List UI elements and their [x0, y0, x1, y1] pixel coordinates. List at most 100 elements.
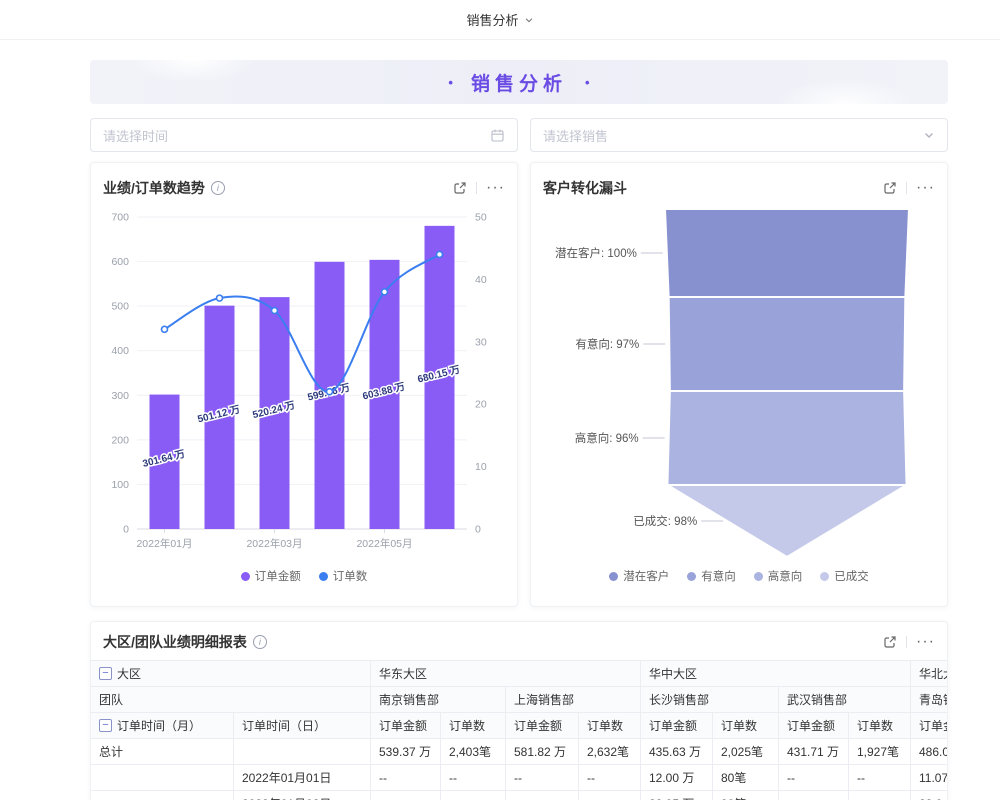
- cell: 581.82 万: [506, 739, 579, 765]
- header-label: 订单金额: [649, 717, 697, 734]
- cell: --: [779, 765, 849, 791]
- legend-item[interactable]: 有意向: [687, 568, 736, 584]
- legend-item[interactable]: 已成交: [820, 568, 869, 584]
- header-cell: 长沙销售部: [641, 687, 779, 713]
- header-cell: 华北大区: [911, 661, 948, 687]
- header-cell: 订单金额: [506, 713, 579, 739]
- header-label: 大区: [117, 665, 141, 682]
- legend-item[interactable]: 订单金额: [241, 568, 301, 584]
- header-cell: 华中大区: [641, 661, 911, 687]
- header-label: 华东大区: [379, 665, 427, 682]
- chevron-down-icon: [923, 129, 935, 141]
- header-label: 武汉销售部: [787, 691, 847, 708]
- header-cell: −订单时间（月）: [91, 713, 234, 739]
- header-cell: 南京销售部: [371, 687, 506, 713]
- report-table: −大区华东大区华中大区华北大区团队南京销售部上海销售部长沙销售部武汉销售部青岛销…: [91, 660, 948, 800]
- legend-item[interactable]: 潜在客户: [609, 568, 669, 584]
- cell: 431.71 万: [779, 739, 849, 765]
- svg-text:已成交: 98%: 已成交: 98%: [633, 514, 697, 528]
- legend-label: 高意向: [768, 568, 803, 584]
- banner-title: • 销售分析 •: [448, 69, 589, 96]
- header-label: 订单金额: [919, 717, 948, 734]
- cell: --: [371, 765, 441, 791]
- header-cell: 团队: [91, 687, 371, 713]
- header-label: 订单金额: [379, 717, 427, 734]
- sales-filter-select[interactable]: 请选择销售: [530, 118, 948, 152]
- table-row: 2022年01月01日--------12.00 万80笔----11.07: [91, 765, 948, 791]
- cell: 2,632笔: [579, 739, 641, 765]
- svg-text:高意向: 96%: 高意向: 96%: [575, 431, 639, 445]
- legend-item[interactable]: 订单数: [319, 568, 368, 584]
- topbar: 销售分析: [0, 0, 1000, 40]
- info-icon[interactable]: i: [253, 635, 267, 649]
- header-label: 订单时间（日）: [242, 717, 326, 734]
- charts-row: 业绩/订单数趋势 i ··· 0100200300400500600700010…: [90, 162, 948, 607]
- legend-dot: [687, 572, 696, 581]
- svg-text:2022年05月: 2022年05月: [356, 537, 412, 550]
- cell: 2,025笔: [713, 739, 779, 765]
- cell: --: [849, 791, 911, 800]
- more-options-button[interactable]: ···: [486, 183, 505, 193]
- cell: 90笔: [713, 791, 779, 800]
- svg-text:30: 30: [475, 336, 487, 348]
- header-cell: 订单金额: [641, 713, 713, 739]
- export-icon[interactable]: [883, 635, 897, 649]
- header-label: 上海销售部: [514, 691, 574, 708]
- funnel-card-title: 客户转化漏斗: [543, 178, 627, 198]
- page-title-dropdown[interactable]: 销售分析: [466, 10, 533, 29]
- info-icon[interactable]: i: [211, 181, 225, 195]
- header-cell: 订单数: [713, 713, 779, 739]
- more-options-button[interactable]: ···: [916, 637, 935, 647]
- header-cell: −大区: [91, 661, 371, 687]
- cell: 2022年01月02日: [234, 791, 371, 800]
- header-label: 订单金额: [787, 717, 835, 734]
- cell: [91, 765, 234, 791]
- cell: 2,403笔: [441, 739, 506, 765]
- time-filter-placeholder: 请选择时间: [103, 126, 168, 145]
- cell: 80笔: [713, 765, 779, 791]
- cell: --: [579, 791, 641, 800]
- export-icon[interactable]: [883, 181, 897, 195]
- funnel-card: 客户转化漏斗 ··· 潜在客户: 100%有意向: 97%高意向: 96%已成交…: [530, 162, 948, 607]
- svg-text:200: 200: [111, 434, 129, 446]
- trend-card: 业绩/订单数趋势 i ··· 0100200300400500600700010…: [90, 162, 518, 607]
- funnel-chart: 潜在客户: 100%有意向: 97%高意向: 96%已成交: 98%: [543, 201, 937, 561]
- report-card-title: 大区/团队业绩明细报表 i: [103, 632, 267, 652]
- divider: [476, 182, 477, 194]
- cell: 22.05 万: [641, 791, 713, 800]
- export-icon[interactable]: [453, 181, 467, 195]
- legend-label: 已成交: [834, 568, 869, 584]
- header-cell: 订单金额: [911, 713, 948, 739]
- line-marker: [272, 308, 278, 314]
- header-cell: 武汉销售部: [779, 687, 911, 713]
- header-label: 订单数: [857, 717, 893, 734]
- header-label: 订单数: [449, 717, 485, 734]
- calendar-icon: [490, 128, 505, 143]
- header-cell: 华东大区: [371, 661, 641, 687]
- header-label: 订单时间（月）: [117, 717, 201, 734]
- banner-dot-right: •: [585, 75, 590, 90]
- cell: 11.07: [911, 765, 948, 791]
- header-label: 华北大区: [919, 665, 948, 682]
- legend-item[interactable]: 高意向: [754, 568, 803, 584]
- header-cell: 订单金额: [779, 713, 849, 739]
- more-options-button[interactable]: ···: [916, 183, 935, 193]
- funnel-segment: [669, 297, 906, 391]
- collapse-icon[interactable]: −: [99, 719, 112, 732]
- cell: 12.00 万: [641, 765, 713, 791]
- main-content: • 销售分析 • 请选择时间 请选择销售 业绩/订单数趋势 i: [90, 60, 948, 800]
- collapse-icon[interactable]: −: [99, 667, 112, 680]
- table-row: 2022年01月02日--------22.05 万90笔----22.0: [91, 791, 948, 800]
- trend-chart: 010020030040050060070001020304050301.64 …: [103, 201, 507, 561]
- svg-text:50: 50: [475, 212, 487, 224]
- time-filter-input[interactable]: 请选择时间: [90, 118, 518, 152]
- page-title: 销售分析: [466, 10, 518, 29]
- header-label: 团队: [99, 691, 123, 708]
- svg-text:2022年03月: 2022年03月: [246, 537, 302, 550]
- svg-text:600: 600: [111, 256, 129, 268]
- cell: --: [849, 765, 911, 791]
- cell: 2022年01月01日: [234, 765, 371, 791]
- table-header-row: −大区华东大区华中大区华北大区: [91, 661, 948, 687]
- banner-title-text: 销售分析: [471, 69, 567, 96]
- svg-text:700: 700: [111, 212, 129, 224]
